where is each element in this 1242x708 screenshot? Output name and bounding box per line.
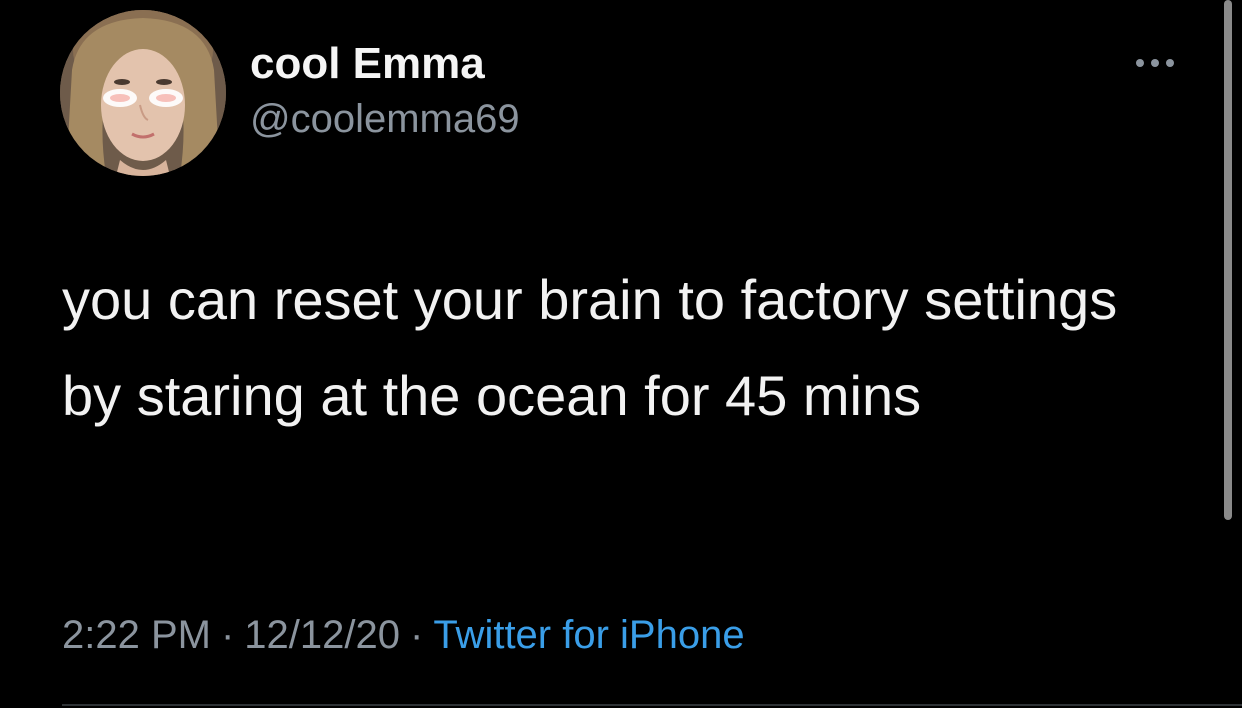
author-block: cool Emma @coolemma69 <box>250 38 520 144</box>
tweet-meta: 2:22 PM · 12/12/20 · Twitter for iPhone <box>62 610 745 660</box>
avatar[interactable] <box>60 10 226 176</box>
meta-separator: · <box>410 613 424 657</box>
tweet-time: 2:22 PM <box>62 613 211 657</box>
more-horizontal-icon <box>1136 59 1174 67</box>
scrollbar[interactable] <box>1224 0 1232 520</box>
user-handle[interactable]: @coolemma69 <box>250 94 520 144</box>
tweet-source-link[interactable]: Twitter for iPhone <box>433 613 744 657</box>
tweet: cool Emma @coolemma69 you can reset your… <box>0 0 1242 708</box>
profile-photo-icon <box>60 10 226 176</box>
display-name[interactable]: cool Emma <box>250 38 520 90</box>
meta-separator: · <box>220 613 235 657</box>
tweet-date: 12/12/20 <box>244 613 400 657</box>
more-options-button[interactable] <box>1128 48 1182 78</box>
divider <box>62 704 1242 706</box>
tweet-text: you can reset your brain to factory sett… <box>62 268 1118 427</box>
